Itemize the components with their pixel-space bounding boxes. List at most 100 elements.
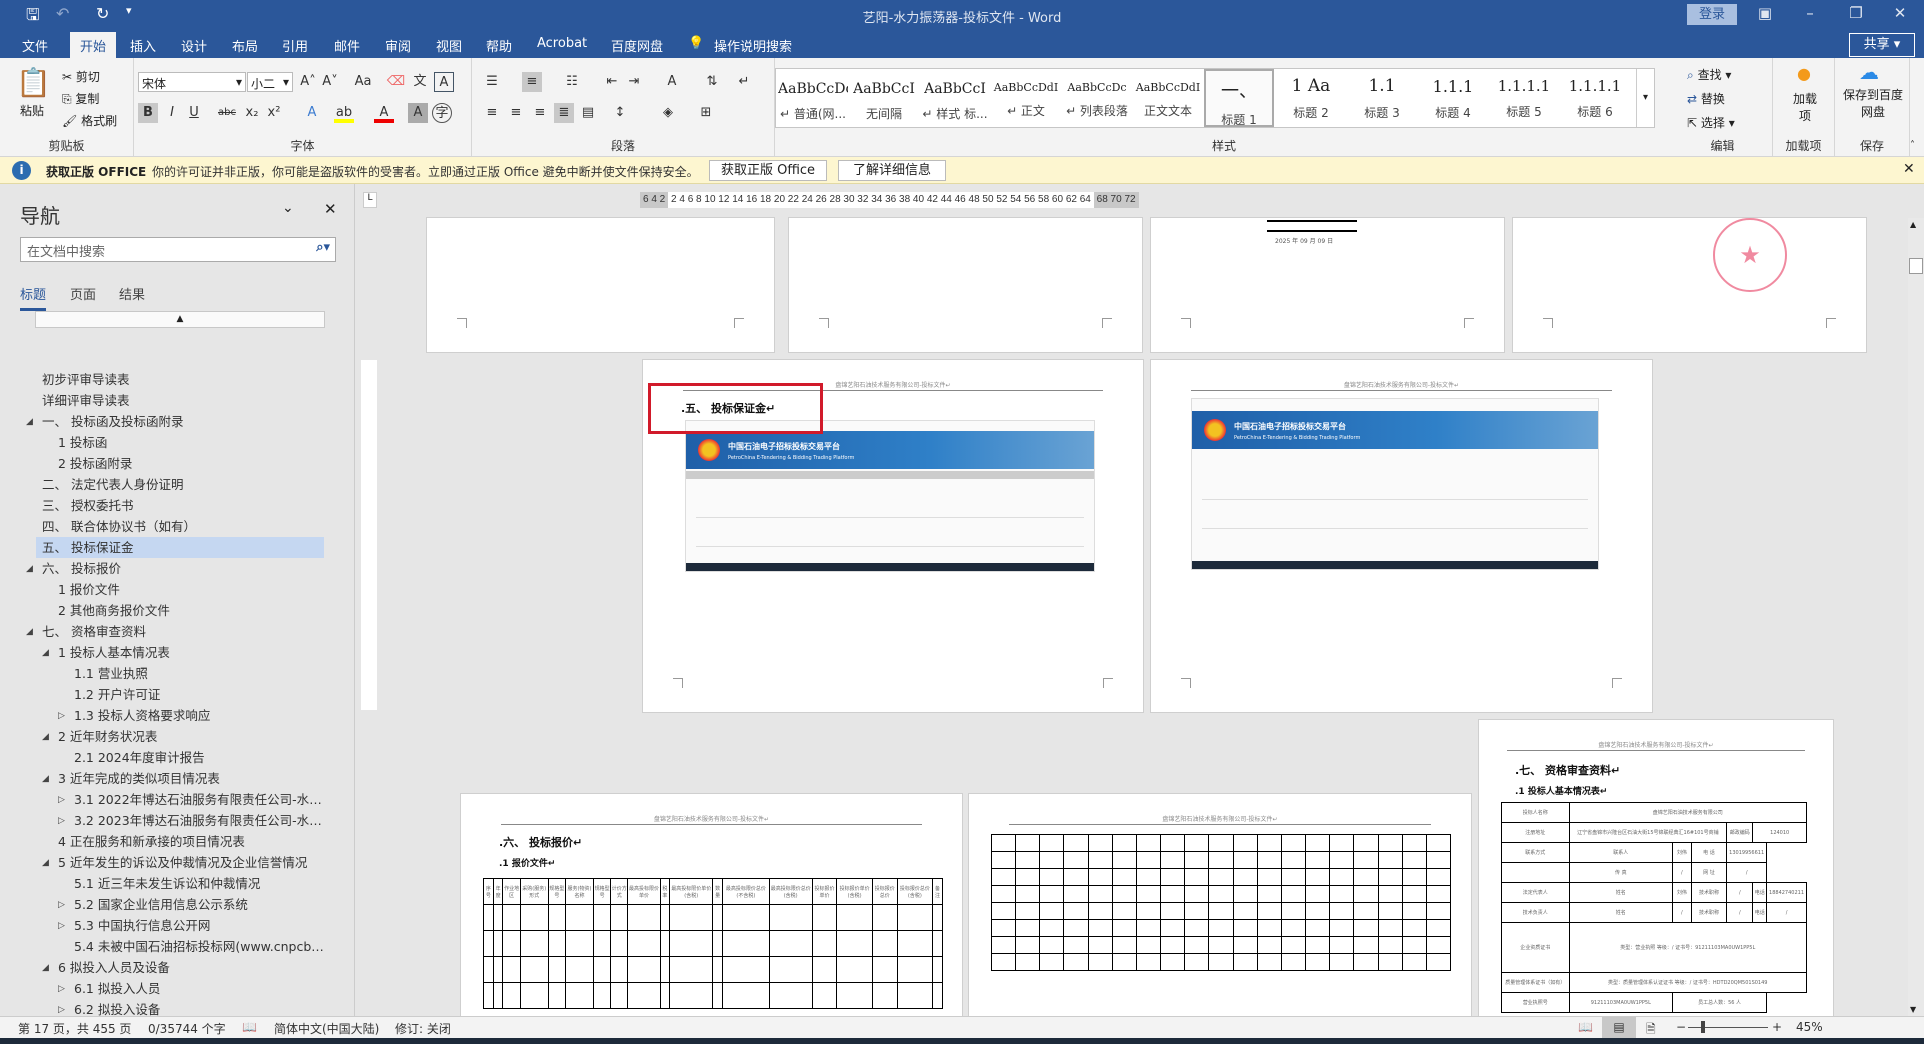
collapse-heading-icon[interactable]: ◢ (26, 627, 33, 637)
nav-close-icon[interactable]: ✕ (324, 200, 337, 218)
nav-heading-item[interactable]: 初步评审导读表 (36, 369, 324, 390)
style-heading-4[interactable]: 1.1.1 标题 4 (1418, 69, 1488, 127)
font-color-icon[interactable]: A (374, 103, 394, 123)
page-count[interactable]: 第 17 页，共 455 页 (18, 1020, 131, 1037)
nav-heading-item[interactable]: 三、 授权委托书 (36, 495, 324, 516)
track-changes-status[interactable]: 修订: 关闭 (395, 1020, 451, 1037)
zoom-slider-thumb[interactable] (1701, 1021, 1705, 1033)
style-body[interactable]: AaBbCcDdI ↵ 正文 (991, 69, 1061, 127)
nav-heading-item[interactable]: 二、 法定代表人身份证明 (36, 474, 324, 495)
tab-home[interactable]: 开始 (70, 32, 117, 58)
page[interactable]: 盘锦艺阳石油技术服务有限公司-投标文件↵ .六、 投标报价↵ .1 报价文件↵ … (461, 794, 962, 1016)
line-spacing-icon[interactable]: ↕ (610, 103, 630, 123)
justify-icon[interactable]: ≣ (554, 103, 574, 123)
nav-heading-item[interactable]: 5 近年发生的诉讼及仲裁情况及企业信誉情况 (36, 852, 324, 873)
numbering-icon[interactable]: ≡ (522, 72, 542, 92)
page[interactable]: 盘锦艺阳石油技术服务有限公司-投标文件↵ 中国石油电子招标投标交易平台 Petro… (1151, 360, 1652, 712)
bold-button[interactable]: B (138, 103, 158, 123)
minimize-button[interactable]: – (1790, 4, 1830, 22)
text-effects-icon[interactable]: A (302, 103, 322, 123)
get-genuine-office-button[interactable]: 获取正版 Office (709, 160, 827, 181)
page[interactable] (789, 218, 1142, 352)
cut-button[interactable]: ✂ 剪切 (62, 68, 100, 85)
style-heading-2[interactable]: 1 Aa 标题 2 (1276, 69, 1346, 127)
borders-icon[interactable]: ⊞ (696, 103, 716, 123)
page[interactable] (427, 218, 774, 352)
paste-button[interactable]: 粘贴 (20, 102, 44, 119)
nav-heading-item[interactable]: 一、 投标函及投标函附录 (36, 411, 324, 432)
read-mode-icon[interactable]: 📖 (1578, 1020, 1593, 1034)
tab-mailings[interactable]: 邮件 (334, 36, 360, 55)
tab-baidu-netdisk[interactable]: 百度网盘 (611, 36, 663, 55)
clear-formatting-icon[interactable]: ⌫ (386, 72, 406, 92)
align-center-icon[interactable]: ≡ (506, 103, 526, 123)
nav-options-chevron-icon[interactable]: ⌄ (282, 200, 294, 216)
paste-icon[interactable]: 📋 (16, 66, 51, 99)
strikethrough-button[interactable]: abc (214, 103, 240, 123)
tab-design[interactable]: 设计 (181, 36, 207, 55)
tab-file[interactable]: 文件 (22, 36, 48, 55)
page[interactable]: 盘锦艺阳石油技术服务有限公司-投标文件↵ (969, 794, 1471, 1016)
sort-icon[interactable]: ⇅ (702, 72, 722, 92)
shading-icon[interactable]: ◈ (658, 103, 678, 123)
nav-heading-item[interactable]: 2 投标函附录 (36, 453, 324, 474)
nav-tab-pages[interactable]: 页面 (70, 284, 96, 303)
font-name-combo[interactable]: 宋体 ▾ (138, 72, 246, 92)
scroll-down-arrow-icon[interactable]: ▼ (1910, 1005, 1916, 1014)
nav-heading-item[interactable]: 6.1 拟投入人员 (36, 978, 324, 999)
nav-heading-item[interactable]: 5.4 未被中国石油招标投标网(www.cnpcbid... (36, 936, 324, 957)
nav-heading-item[interactable]: 1 投标函 (36, 432, 324, 453)
vertical-ruler[interactable] (361, 360, 377, 710)
distributed-icon[interactable]: ▤ (578, 103, 598, 123)
tab-acrobat[interactable]: Acrobat (537, 36, 587, 51)
nav-search-input[interactable]: 在文档中搜索 ⌕▾ (20, 237, 336, 262)
nav-heading-item[interactable]: 1.3 投标人资格要求响应 (36, 705, 324, 726)
nav-heading-item[interactable]: 6 拟投入人员及设备 (36, 957, 324, 978)
format-painter-button[interactable]: 🖌 格式刷 (62, 112, 117, 129)
character-shading-icon[interactable]: A (408, 103, 428, 123)
decrease-indent-icon[interactable]: ⇤ (602, 72, 622, 92)
nav-heading-item[interactable]: 2 其他商务报价文件 (36, 600, 324, 621)
underline-button[interactable]: U (184, 103, 204, 123)
save-to-baidu-button[interactable]: 保存到百度网盘 (1843, 86, 1903, 120)
search-icon[interactable]: ⌕▾ (316, 240, 330, 255)
scrollbar-thumb[interactable] (1909, 258, 1923, 274)
nav-heading-item[interactable]: 5.3 中国执行信息公开网 (36, 915, 324, 936)
close-warning-icon[interactable]: ✕ (1903, 161, 1915, 177)
replace-button[interactable]: ⇄ 替换 (1687, 90, 1725, 107)
nav-heading-item[interactable]: 5.1 近三年未发生诉讼和仲裁情况 (36, 873, 324, 894)
italic-button[interactable]: I (162, 103, 182, 123)
login-button[interactable]: 登录 (1687, 4, 1737, 25)
print-layout-icon[interactable]: ▤ (1602, 1017, 1636, 1038)
nav-heading-item[interactable]: 详细评审导读表 (36, 390, 324, 411)
style-heading-3[interactable]: 1.1 标题 3 (1347, 69, 1417, 127)
change-case-button[interactable]: Aa (348, 72, 378, 92)
nav-heading-item[interactable]: 3 近年完成的类似项目情况表 (36, 768, 324, 789)
nav-heading-item[interactable]: 1 报价文件 (36, 579, 324, 600)
enclose-characters-icon[interactable]: 字 (432, 103, 452, 123)
tab-references[interactable]: 引用 (282, 36, 308, 55)
close-button[interactable]: ✕ (1880, 4, 1920, 22)
asian-layout-icon[interactable]: A (662, 72, 682, 92)
nav-heading-item[interactable]: 六、 投标报价 (36, 558, 324, 579)
nav-heading-item[interactable]: 1.1 营业执照 (36, 663, 324, 684)
style-no-spacing[interactable]: AaBbCcI 无间隔 (849, 69, 919, 127)
learn-more-button[interactable]: 了解详细信息 (838, 160, 946, 181)
nav-heading-item[interactable]: 五、 投标保证金 (36, 537, 324, 558)
nav-heading-item[interactable]: 1.2 开户许可证 (36, 684, 324, 705)
zoom-out-button[interactable]: − (1676, 1020, 1686, 1034)
style-list-paragraph[interactable]: AaBbCcDc ↵ 列表段落 (1062, 69, 1132, 127)
tab-review[interactable]: 审阅 (385, 36, 411, 55)
tell-me-search[interactable]: 操作说明搜索 (714, 36, 792, 55)
ribbon-display-options-icon[interactable]: ▣ (1745, 4, 1785, 22)
phonetic-guide-icon[interactable]: 文 (410, 72, 430, 92)
nav-heading-item[interactable]: 3.2 2023年博达石油服务有限责任公司-水力... (36, 810, 324, 831)
align-right-icon[interactable]: ≡ (530, 103, 550, 123)
style-style-title[interactable]: AaBbCcI ↵ 样式 标... (920, 69, 990, 127)
nav-tab-results[interactable]: 结果 (119, 284, 145, 303)
zoom-level[interactable]: 45% (1796, 1020, 1823, 1034)
collapse-heading-icon[interactable]: ◢ (26, 564, 33, 574)
proofing-icon[interactable]: 📖 (242, 1020, 257, 1034)
style-body-text[interactable]: AaBbCcDdI 正文文本 (1133, 69, 1203, 127)
character-border-icon[interactable]: A (434, 72, 454, 92)
